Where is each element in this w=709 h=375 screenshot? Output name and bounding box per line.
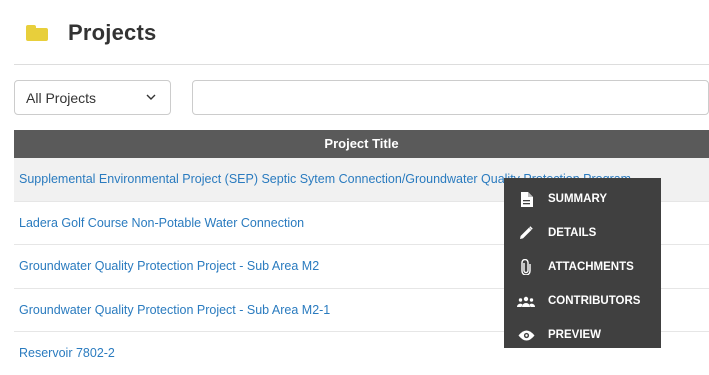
menu-item-attachments[interactable]: ATTACHMENTS [504, 250, 661, 284]
people-icon [504, 296, 548, 307]
chevron-down-icon [146, 94, 156, 100]
folder-icon [26, 25, 48, 41]
header-divider [14, 64, 709, 65]
page-header: Projects [26, 18, 156, 48]
paperclip-icon [504, 259, 548, 275]
project-filter-select[interactable]: All Projects [14, 80, 171, 115]
page-title: Projects [68, 20, 157, 45]
menu-item-label: CONTRIBUTORS [548, 295, 641, 307]
project-link[interactable]: Groundwater Quality Protection Project -… [19, 259, 319, 273]
menu-item-details[interactable]: DETAILS [504, 216, 661, 250]
document-icon [504, 191, 548, 207]
eye-icon [504, 330, 548, 341]
project-context-menu: SUMMARY DETAILS ATTACHMENTS CONTRIBUTORS… [504, 178, 661, 348]
project-link[interactable]: Groundwater Quality Protection Project -… [19, 303, 330, 317]
project-filter-value: All Projects [26, 89, 97, 106]
menu-item-label: SUMMARY [548, 193, 607, 205]
column-header-project-title[interactable]: Project Title [14, 130, 709, 158]
menu-item-label: DETAILS [548, 227, 597, 239]
menu-item-label: ATTACHMENTS [548, 261, 634, 273]
project-link[interactable]: Reservoir 7802-2 [19, 346, 115, 360]
menu-item-summary[interactable]: SUMMARY [504, 182, 661, 216]
menu-item-label: PREVIEW [548, 329, 602, 341]
menu-item-preview[interactable]: PREVIEW [504, 318, 661, 352]
pencil-icon [504, 226, 548, 240]
search-input[interactable] [192, 80, 709, 115]
menu-item-contributors[interactable]: CONTRIBUTORS [504, 284, 661, 318]
project-link[interactable]: Ladera Golf Course Non-Potable Water Con… [19, 216, 304, 230]
